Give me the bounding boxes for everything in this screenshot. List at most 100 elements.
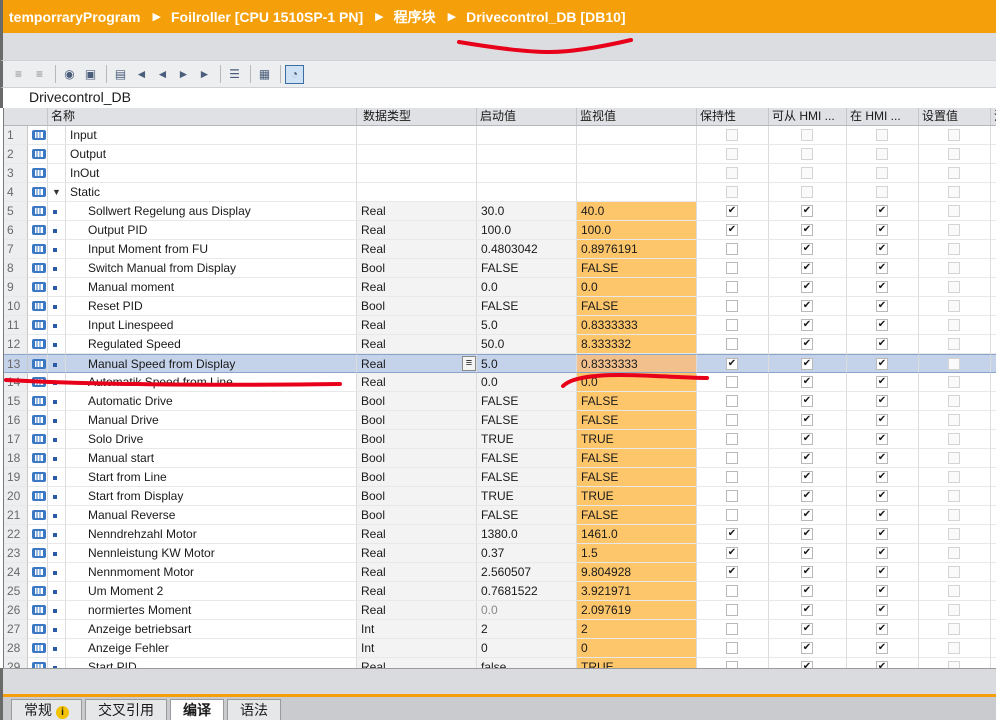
variable-name[interactable]: Regulated Speed: [66, 335, 357, 354]
checkbox-unchecked[interactable]: [948, 186, 960, 198]
column-header[interactable]: 启动值: [477, 108, 577, 125]
checkbox-unchecked[interactable]: [801, 148, 813, 160]
variable-name[interactable]: Input Moment from FU: [66, 240, 357, 259]
data-type[interactable]: Bool: [357, 411, 477, 430]
data-type[interactable]: Real: [357, 278, 477, 297]
variable-name[interactable]: Start from Display: [66, 487, 357, 506]
data-type[interactable]: Int: [357, 639, 477, 658]
checkbox-checked[interactable]: ✔: [876, 623, 888, 635]
checkbox-checked[interactable]: ✔: [801, 490, 813, 502]
checkbox-checked[interactable]: ✔: [876, 642, 888, 654]
checkbox-unchecked[interactable]: [948, 358, 960, 370]
variable-name[interactable]: Manual start: [66, 449, 357, 468]
variable-name[interactable]: Input Linespeed: [66, 316, 357, 335]
checkbox-unchecked[interactable]: [726, 186, 738, 198]
table-row[interactable]: 14 Automatik Speed from Line Real 0.0 0.0 ✔ ✔: [4, 373, 996, 392]
checkbox-checked[interactable]: ✔: [726, 205, 738, 217]
data-type[interactable]: Real: [357, 202, 477, 221]
checkbox-unchecked[interactable]: [726, 300, 738, 312]
checkbox-unchecked[interactable]: [726, 433, 738, 445]
checkbox-unchecked[interactable]: [726, 376, 738, 388]
start-value[interactable]: 0: [477, 639, 577, 658]
checkbox-checked[interactable]: ✔: [876, 661, 888, 668]
checkbox-unchecked[interactable]: [948, 148, 960, 160]
table-row[interactable]: 1 Input: [4, 126, 996, 145]
start-value[interactable]: false: [477, 658, 577, 668]
checkbox-unchecked[interactable]: [726, 262, 738, 274]
start-value[interactable]: [477, 145, 577, 164]
checkbox-unchecked[interactable]: [726, 604, 738, 616]
variable-name[interactable]: Switch Manual from Display: [66, 259, 357, 278]
variable-name[interactable]: Anzeige betriebsart: [66, 620, 357, 639]
checkbox-unchecked[interactable]: [726, 129, 738, 141]
table-row[interactable]: 23 Nennleistung KW Motor Real 0.37 1.5 ✔ ✔ ✔: [4, 544, 996, 563]
checkbox-unchecked[interactable]: [726, 148, 738, 160]
checkbox-checked[interactable]: ✔: [876, 319, 888, 331]
checkbox-checked[interactable]: ✔: [801, 433, 813, 445]
data-type[interactable]: Real: [357, 601, 477, 620]
checkbox-unchecked[interactable]: [948, 566, 960, 578]
checkbox-checked[interactable]: ✔: [876, 338, 888, 350]
table-row[interactable]: 11 Input Linespeed Real 5.0 0.8333333 ✔ ✔: [4, 316, 996, 335]
table-row[interactable]: 13 Manual Speed from Display Real 5.0 0.8333…: [4, 354, 996, 373]
checkbox-checked[interactable]: ✔: [876, 243, 888, 255]
checkbox-unchecked[interactable]: [726, 452, 738, 464]
inspector-tab[interactable]: 编译: [170, 699, 224, 720]
checkbox-checked[interactable]: ✔: [876, 395, 888, 407]
checkbox-checked[interactable]: ✔: [801, 262, 813, 274]
data-type[interactable]: Real: [357, 354, 477, 373]
checkbox-checked[interactable]: ✔: [876, 585, 888, 597]
checkbox-unchecked[interactable]: [948, 433, 960, 445]
breadcrumb-item[interactable]: Drivecontrol_DB [DB10]: [466, 9, 625, 25]
checkbox-checked[interactable]: ✔: [801, 509, 813, 521]
data-type[interactable]: Bool: [357, 468, 477, 487]
variable-name[interactable]: Automatik Speed from Line: [66, 373, 357, 392]
checkbox-unchecked[interactable]: [948, 395, 960, 407]
load-start-values-icon[interactable]: ▤: [111, 65, 130, 84]
checkbox-unchecked[interactable]: [948, 642, 960, 654]
checkbox-checked[interactable]: ✔: [876, 566, 888, 578]
table-row[interactable]: 20 Start from Display Bool TRUE TRUE ✔ ✔: [4, 487, 996, 506]
inspector-tab[interactable]: 语法: [227, 699, 281, 720]
keep-actual-icon[interactable]: ▦: [255, 65, 274, 84]
table-row[interactable]: 7 Input Moment from FU Real 0.4803042 0.8976…: [4, 240, 996, 259]
start-value[interactable]: 0.4803042: [477, 240, 577, 259]
checkbox-unchecked[interactable]: [876, 186, 888, 198]
variable-name[interactable]: Um Moment 2: [66, 582, 357, 601]
start-value[interactable]: 100.0: [477, 221, 577, 240]
start-value[interactable]: [477, 164, 577, 183]
start-value[interactable]: FALSE: [477, 468, 577, 487]
table-row[interactable]: 18 Manual start Bool FALSE FALSE ✔ ✔: [4, 449, 996, 468]
variable-name[interactable]: Static: [66, 183, 357, 202]
checkbox-checked[interactable]: ✔: [876, 414, 888, 426]
checkbox-unchecked[interactable]: [948, 376, 960, 388]
start-value[interactable]: FALSE: [477, 449, 577, 468]
checkbox-unchecked[interactable]: [948, 604, 960, 616]
expand-arrow-icon[interactable]: ▼: [48, 183, 66, 202]
checkbox-unchecked[interactable]: [726, 661, 738, 668]
checkbox-unchecked[interactable]: [948, 205, 960, 217]
checkbox-unchecked[interactable]: [726, 642, 738, 654]
start-value[interactable]: 2: [477, 620, 577, 639]
add-row-icon[interactable]: ≡: [30, 65, 49, 84]
checkbox-unchecked[interactable]: [948, 300, 960, 312]
checkbox-checked[interactable]: ✔: [801, 319, 813, 331]
start-value[interactable]: FALSE: [477, 259, 577, 278]
checkbox-unchecked[interactable]: [948, 490, 960, 502]
checkbox-checked[interactable]: ✔: [801, 623, 813, 635]
checkbox-checked[interactable]: ✔: [876, 509, 888, 521]
checkbox-checked[interactable]: ✔: [876, 281, 888, 293]
variable-name[interactable]: Output: [66, 145, 357, 164]
checkbox-unchecked[interactable]: [726, 243, 738, 255]
checkbox-checked[interactable]: ✔: [801, 604, 813, 616]
checkbox-unchecked[interactable]: [726, 319, 738, 331]
checkbox-unchecked[interactable]: [726, 338, 738, 350]
copy-snapshot-icon[interactable]: ▣: [81, 65, 100, 84]
checkbox-unchecked[interactable]: [948, 471, 960, 483]
table-row[interactable]: 19 Start from Line Bool FALSE FALSE ✔ ✔: [4, 468, 996, 487]
checkbox-checked[interactable]: ✔: [876, 528, 888, 540]
start-value[interactable]: 0.0: [477, 373, 577, 392]
data-type[interactable]: [357, 183, 477, 202]
checkbox-checked[interactable]: ✔: [801, 300, 813, 312]
breadcrumb-item[interactable]: 程序块: [394, 7, 436, 27]
